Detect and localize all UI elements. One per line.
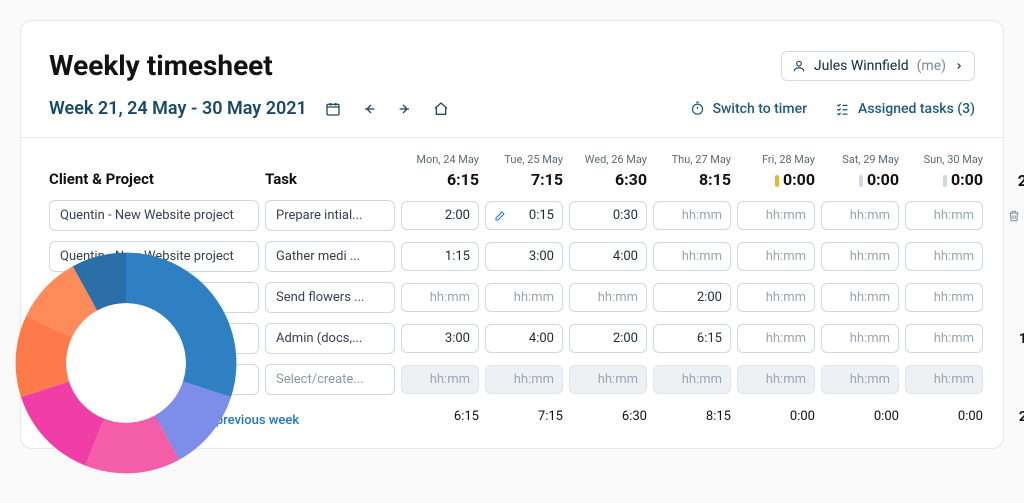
row-total: 15:15 xyxy=(989,331,1024,347)
time-input[interactable]: hh:mm xyxy=(821,201,899,230)
time-input: hh:mm xyxy=(737,365,815,394)
time-input[interactable]: hh:mm xyxy=(653,242,731,271)
chevron-right-icon xyxy=(954,61,964,71)
time-input: hh:mm xyxy=(821,365,899,394)
time-input[interactable]: 0:15 xyxy=(485,201,563,230)
checklist-icon xyxy=(835,101,850,116)
day-header: Sun, 30 May0:00 xyxy=(905,153,983,189)
time-input[interactable]: 0:30 xyxy=(569,201,647,230)
time-input: hh:mm xyxy=(401,365,479,394)
footer-day-total: 8:15 xyxy=(653,409,731,424)
day-header: Wed, 26 May6:30 xyxy=(569,153,647,189)
time-input[interactable]: hh:mm xyxy=(905,242,983,271)
task-select[interactable]: Gather medi ... xyxy=(265,241,395,272)
user-me: (me) xyxy=(917,58,946,74)
day-header: Sat, 29 May0:00 xyxy=(821,153,899,189)
time-input[interactable]: hh:mm xyxy=(653,201,731,230)
footer-day-total: 6:15 xyxy=(401,409,479,424)
day-header: Thu, 27 May8:15 xyxy=(653,153,731,189)
footer-day-total: 6:30 xyxy=(569,409,647,424)
time-input[interactable]: hh:mm xyxy=(401,283,479,312)
time-input[interactable]: 3:00 xyxy=(485,242,563,271)
row-total: 2:00 xyxy=(989,290,1024,306)
user-name: Jules Winnfield xyxy=(814,58,909,74)
task-select[interactable]: Prepare intial... xyxy=(265,200,395,231)
time-input[interactable]: hh:mm xyxy=(905,201,983,230)
time-input[interactable]: hh:mm xyxy=(737,201,815,230)
row-total: 2:45 xyxy=(989,208,1024,224)
time-input[interactable]: 2:00 xyxy=(569,324,647,353)
time-input[interactable]: 2:00 xyxy=(401,201,479,230)
footer-day-total: 0:00 xyxy=(905,409,983,424)
time-input[interactable]: hh:mm xyxy=(821,242,899,271)
col-total: Total xyxy=(989,152,1024,167)
time-input[interactable]: hh:mm xyxy=(569,283,647,312)
user-icon xyxy=(792,59,806,73)
calendar-icon[interactable] xyxy=(325,101,341,117)
row-total: 0:00 xyxy=(989,372,1024,388)
next-week-icon[interactable] xyxy=(397,101,413,117)
task-select[interactable]: Select/create... xyxy=(265,364,395,395)
task-select[interactable]: Admin (docs,... xyxy=(265,323,395,354)
timesheet-card: Weekly timesheet Jules Winnfield (me) We… xyxy=(20,20,1004,449)
time-input[interactable]: 6:15 xyxy=(653,324,731,353)
time-input: hh:mm xyxy=(653,365,731,394)
switch-to-timer-link[interactable]: Switch to timer xyxy=(690,101,807,117)
footer-day-total: 0:00 xyxy=(737,409,815,424)
time-input[interactable]: hh:mm xyxy=(737,324,815,353)
footer-day-total: 0:00 xyxy=(821,409,899,424)
row-total: 8:15 xyxy=(989,249,1024,265)
day-header: Fri, 28 May0:00 xyxy=(737,153,815,189)
time-input: hh:mm xyxy=(905,365,983,394)
time-input[interactable]: hh:mm xyxy=(905,324,983,353)
task-select[interactable]: Send flowers ... xyxy=(265,282,395,313)
page-title: Weekly timesheet xyxy=(49,49,273,82)
time-input[interactable]: hh:mm xyxy=(485,283,563,312)
delete-row-icon[interactable] xyxy=(1007,209,1021,223)
day-header: Tue, 25 May7:15 xyxy=(485,153,563,189)
user-switcher[interactable]: Jules Winnfield (me) xyxy=(781,51,975,81)
footer-grand-total: 28:15 xyxy=(989,409,1024,425)
prev-week-icon[interactable] xyxy=(361,101,377,117)
stopwatch-icon xyxy=(690,101,705,116)
col-task: Task xyxy=(265,170,395,190)
time-input: hh:mm xyxy=(569,365,647,394)
time-input[interactable]: hh:mm xyxy=(821,283,899,312)
grand-total-head: 28:15 xyxy=(989,171,1024,190)
time-input[interactable]: hh:mm xyxy=(821,324,899,353)
time-input[interactable]: hh:mm xyxy=(737,283,815,312)
time-input[interactable]: 1:15 xyxy=(401,242,479,271)
time-input[interactable]: hh:mm xyxy=(737,242,815,271)
donut-chart xyxy=(11,248,241,478)
time-input[interactable]: 3:00 xyxy=(401,324,479,353)
time-input[interactable]: 4:00 xyxy=(569,242,647,271)
project-select[interactable]: Quentin - New Website project xyxy=(49,200,259,231)
week-label: Week 21, 24 May - 30 May 2021 xyxy=(49,98,307,119)
footer-day-total: 7:15 xyxy=(485,409,563,424)
day-header: Mon, 24 May6:15 xyxy=(401,153,479,189)
time-input[interactable]: 4:00 xyxy=(485,324,563,353)
home-icon[interactable] xyxy=(433,101,449,117)
time-input: hh:mm xyxy=(485,365,563,394)
assigned-tasks-link[interactable]: Assigned tasks (3) xyxy=(835,101,975,117)
col-client-project: Client & Project xyxy=(49,170,259,190)
time-input[interactable]: hh:mm xyxy=(905,283,983,312)
time-input[interactable]: 2:00 xyxy=(653,283,731,312)
